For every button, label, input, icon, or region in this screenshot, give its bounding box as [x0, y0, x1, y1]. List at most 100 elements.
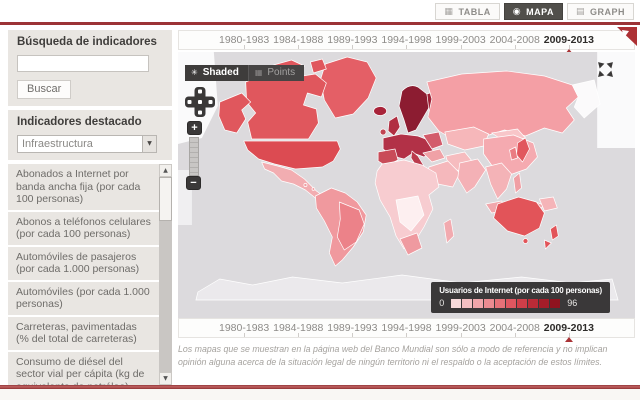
scrollbar-thumb[interactable]: [159, 177, 172, 221]
featured-panel: Indicadores destacado Infraestructura ▼: [8, 110, 172, 160]
period-1999-2003[interactable]: 1999-2003: [436, 319, 486, 337]
period-timeline-bottom: 1980-1983 1984-1988 1989-1993 1994-1998 1999…: [178, 318, 635, 342]
world-map-svg[interactable]: [178, 52, 635, 318]
period-label: 2004-2008: [489, 34, 540, 46]
corner-flag-icon[interactable]: [617, 27, 637, 47]
period-label: 1989-1993: [327, 322, 378, 334]
period-2009-2013-selected[interactable]: 2009-2013: [543, 31, 594, 54]
pan-up-icon: [198, 89, 202, 94]
legend-max: 96: [567, 298, 578, 308]
indicator-item[interactable]: Automóviles de pasajeros (por cada 1.000…: [8, 246, 159, 282]
sidebar: Búsqueda de indicadores Buscar Indicador…: [8, 30, 172, 385]
period-label: 2009-2013: [543, 34, 594, 46]
legend-segment: [473, 298, 484, 308]
legend-segment: [484, 298, 495, 308]
pan-right-icon: [208, 100, 213, 104]
view-tabs: ▦ TABLA ◉ MAPA ▤ GRAPH: [435, 3, 634, 20]
tab-label: MAPA: [526, 6, 554, 17]
search-panel-title: Búsqueda de indicadores: [17, 36, 157, 48]
header-divider: [0, 22, 640, 25]
indicator-list: Abonados a Internet por banda ancha fija…: [8, 164, 159, 385]
legend-title: Usuarios de Internet (por cada 100 perso…: [439, 286, 602, 295]
period-2009-2013-selected[interactable]: 2009-2013: [543, 319, 594, 342]
legend-segment: [495, 298, 506, 308]
period-label: 1984-1988: [273, 322, 324, 334]
period-label: 1999-2003: [435, 322, 486, 334]
period-1994-1998[interactable]: 1994-1998: [381, 31, 432, 49]
period-1984-1988[interactable]: 1984-1988: [273, 319, 323, 337]
zoom-slider[interactable]: [189, 137, 199, 176]
globe-icon: ◉: [512, 6, 522, 17]
legend-color-bar: [451, 298, 561, 308]
legend-segment: [539, 298, 550, 308]
search-button[interactable]: Buscar: [17, 80, 72, 99]
indicator-item[interactable]: Consumo de diésel del sector vial per cá…: [8, 351, 159, 385]
table-icon: ▦: [444, 6, 454, 17]
period-1980-1983[interactable]: 1980-1983: [219, 319, 269, 337]
tab-graph[interactable]: ▤ GRAPH: [566, 3, 634, 20]
period-label: 1980-1983: [219, 322, 270, 334]
featured-panel-title: Indicadores destacado: [17, 116, 142, 128]
category-dropdown[interactable]: Infraestructura ▼: [17, 135, 157, 153]
period-label: 1999-2003: [435, 34, 486, 46]
pan-left-icon: [187, 100, 192, 104]
period-1989-1993[interactable]: 1989-1993: [327, 31, 377, 49]
period-2004-2008[interactable]: 2004-2008: [490, 319, 540, 337]
category-dropdown-value: Infraestructura: [22, 138, 93, 150]
world-map[interactable]: ✳ Shaded ▦ Points + − Usuarios de Intern…: [178, 52, 635, 318]
scroll-down-icon[interactable]: ▼: [159, 372, 172, 385]
indicator-item[interactable]: Carreteras, pavimentadas (% del total de…: [8, 316, 159, 352]
content-area: Búsqueda de indicadores Buscar Indicador…: [8, 30, 635, 385]
period-label: 1980-1983: [219, 34, 270, 46]
period-label: 1989-1993: [327, 34, 378, 46]
points-label: Points: [267, 67, 296, 78]
points-toggle-button[interactable]: ▦ Points: [247, 65, 305, 81]
scroll-up-icon[interactable]: ▲: [159, 164, 172, 177]
pan-center-icon: [198, 100, 202, 104]
shaded-label: Shaded: [202, 67, 239, 78]
period-1989-1993[interactable]: 1989-1993: [327, 319, 377, 337]
grid-icon: ▦: [254, 68, 263, 77]
tab-label: GRAPH: [589, 6, 625, 17]
map-view-toggle: ✳ Shaded ▦ Points: [185, 65, 305, 81]
period-label: 2009-2013: [543, 322, 594, 334]
shaded-toggle-button[interactable]: ✳ Shaded: [185, 65, 248, 81]
period-1999-2003[interactable]: 1999-2003: [436, 31, 486, 49]
zoom-out-button[interactable]: −: [186, 176, 201, 190]
sun-icon: ✳: [191, 68, 198, 77]
map-section: 1980-1983 1984-1988 1989-1993 1994-1998 1999…: [178, 30, 635, 385]
period-timeline-top: 1980-1983 1984-1988 1989-1993 1994-1998 1999…: [178, 30, 635, 54]
legend-segment: [517, 298, 528, 308]
indicator-item[interactable]: Automóviles (por cada 1.000 personas): [8, 281, 159, 317]
pan-dpad[interactable]: [185, 87, 215, 117]
indicator-item[interactable]: Abonos a teléfonos celulares (por cada 1…: [8, 211, 159, 247]
fullscreen-icon[interactable]: [597, 61, 614, 78]
legend-scale: 0 96: [439, 298, 602, 308]
period-1980-1983[interactable]: 1980-1983: [219, 31, 269, 49]
period-label: 1994-1998: [381, 34, 432, 46]
scrollbar-track[interactable]: [159, 221, 172, 372]
indicator-list-scrollbar[interactable]: ▲ ▼: [159, 164, 172, 385]
legend-segment: [506, 298, 517, 308]
period-1984-1988[interactable]: 1984-1988: [273, 31, 323, 49]
search-input[interactable]: [17, 55, 149, 72]
period-2004-2008[interactable]: 2004-2008: [490, 31, 540, 49]
worldbank-data-page: ▦ TABLA ◉ MAPA ▤ GRAPH Búsqueda de indicadore…: [0, 0, 640, 400]
zoom-in-button[interactable]: +: [187, 121, 202, 135]
tab-label: TABLA: [458, 6, 491, 17]
search-panel: Búsqueda de indicadores Buscar: [8, 30, 172, 106]
period-label: 2004-2008: [489, 322, 540, 334]
pan-down-icon: [198, 110, 202, 115]
indicator-item[interactable]: Abonados a Internet por banda ancha fija…: [8, 164, 159, 212]
legend-segment: [462, 298, 473, 308]
map-disclaimer: Los mapas que se muestran en la página w…: [178, 344, 608, 367]
chevron-down-icon[interactable]: ▼: [142, 136, 156, 152]
period-label: 1994-1998: [381, 322, 432, 334]
tab-tabla[interactable]: ▦ TABLA: [435, 3, 500, 20]
map-legend: Usuarios de Internet (por cada 100 perso…: [431, 282, 610, 313]
indicator-list-container: Abonados a Internet por banda ancha fija…: [8, 164, 172, 385]
period-1994-1998[interactable]: 1994-1998: [381, 319, 432, 337]
tab-mapa[interactable]: ◉ MAPA: [503, 3, 563, 20]
period-label: 1984-1988: [273, 34, 324, 46]
legend-segment: [528, 298, 539, 308]
